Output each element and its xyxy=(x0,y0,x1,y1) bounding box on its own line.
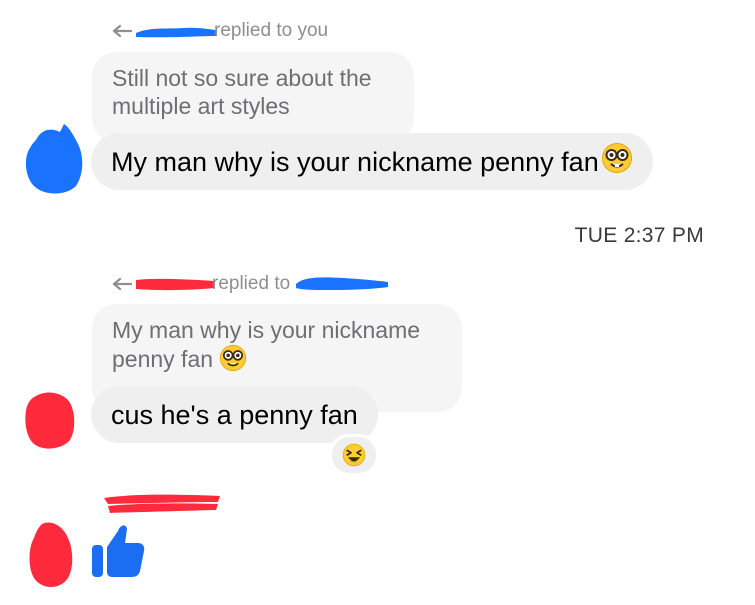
thumbs-up-icon[interactable] xyxy=(90,521,146,579)
message-bubble-2[interactable]: cus he's a penny fan xyxy=(91,386,378,443)
redacted-avatar-blue xyxy=(25,124,83,194)
reply-header-text: replied to xyxy=(212,273,291,294)
nerd-face-emoji xyxy=(601,142,633,181)
reply-arrow-icon xyxy=(112,278,132,290)
redacted-avatar-red xyxy=(29,522,73,587)
quoted-message-text: Still not so sure about the multiple art… xyxy=(112,65,372,119)
avatar-2[interactable] xyxy=(24,390,76,452)
quoted-message-1[interactable]: Still not so sure about the multiple art… xyxy=(92,52,414,142)
redacted-name-scribble xyxy=(136,278,214,291)
redacted-name-scribble xyxy=(136,27,216,38)
redacted-name-scribble xyxy=(296,277,389,290)
redacted-avatar-red xyxy=(25,392,75,449)
message-text: cus he's a penny fan xyxy=(111,399,358,430)
message-text: My man why is your nickname penny fan xyxy=(111,146,599,177)
quoted-message-text: My man why is your nickname penny fan xyxy=(112,317,421,373)
avatar-3[interactable] xyxy=(28,520,74,590)
reaction-badge[interactable] xyxy=(329,434,379,476)
reply-header-text: replied to you xyxy=(214,20,329,41)
reply-arrow-icon xyxy=(112,25,132,37)
nerd-face-emoji xyxy=(219,344,247,378)
laughing-squint-emoji xyxy=(342,443,366,467)
timestamp: TUE 2:37 PM xyxy=(574,224,704,247)
message-bubble-1[interactable]: My man why is your nickname penny fan xyxy=(91,133,653,190)
redacted-name-scribble xyxy=(100,492,224,523)
reply-header-2: replied to xyxy=(112,273,390,295)
reply-header-1: replied to you xyxy=(112,20,328,42)
avatar-1[interactable] xyxy=(22,122,86,196)
